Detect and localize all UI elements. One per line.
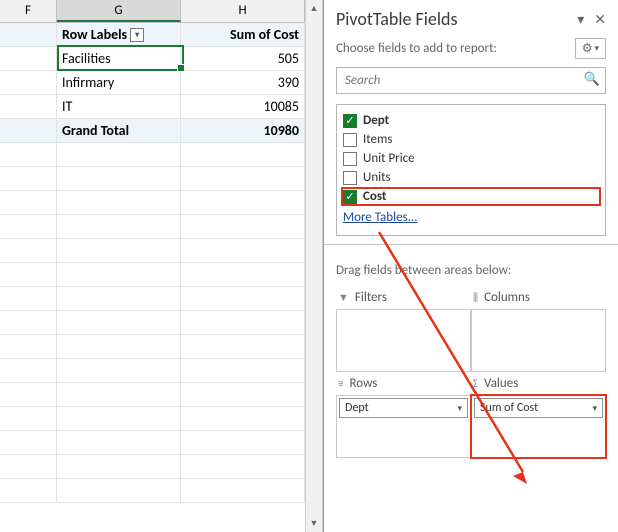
values-area[interactable]: Σ Values Sum of Cost ▾ <box>471 372 606 458</box>
empty-row <box>0 263 305 287</box>
empty-row <box>0 335 305 359</box>
field-label: Units <box>363 170 391 185</box>
rows-dropzone[interactable]: Dept ▾ <box>336 395 471 458</box>
grand-total-label-cell[interactable]: Grand Total <box>57 119 181 143</box>
checkbox-icon[interactable] <box>343 171 357 185</box>
value-cell[interactable]: 10085 <box>181 95 305 119</box>
collapse-pane-icon[interactable]: ▾ <box>577 11 584 28</box>
empty-row <box>0 143 305 167</box>
field-cost[interactable]: ✓ Cost <box>341 187 601 206</box>
table-row: Facilities 505 <box>0 47 305 71</box>
row-labels-header[interactable]: Row Labels ▾ <box>57 23 181 47</box>
filter-icon: ▼ <box>338 291 349 304</box>
checkbox-icon[interactable]: ✓ <box>343 190 357 204</box>
area-label: Rows <box>349 376 377 391</box>
empty-row <box>0 287 305 311</box>
field-label: Items <box>363 132 392 147</box>
checkbox-icon[interactable] <box>343 152 357 166</box>
column-headers-row: F G H <box>0 0 305 23</box>
pivottable-fields-pane: PivotTable Fields ▾ ✕ Choose fields to a… <box>323 0 618 532</box>
columns-dropzone[interactable] <box>471 309 606 372</box>
columns-area[interactable]: ⫼ Columns <box>471 286 606 372</box>
sigma-icon: Σ <box>473 377 478 390</box>
cell[interactable] <box>0 71 57 95</box>
empty-row <box>0 455 305 479</box>
more-tables-link[interactable]: More Tables... <box>341 206 601 229</box>
grand-total-row: Grand Total 10980 <box>0 119 305 143</box>
chevron-down-icon: ▾ <box>457 403 462 414</box>
rows-chip-dept[interactable]: Dept ▾ <box>339 398 468 418</box>
rows-icon: ≡ <box>338 377 343 390</box>
filters-area[interactable]: ▼ Filters <box>336 286 471 372</box>
field-items[interactable]: Items <box>341 130 601 149</box>
empty-row <box>0 359 305 383</box>
empty-row <box>0 479 305 503</box>
area-label: Values <box>484 376 518 391</box>
area-label: Columns <box>484 290 530 305</box>
chevron-down-icon: ▾ <box>592 403 597 414</box>
pane-subtitle: Choose fields to add to report: <box>336 41 497 56</box>
values-chip-sum-of-cost[interactable]: Sum of Cost ▾ <box>474 398 603 418</box>
field-dept[interactable]: ✓ Dept <box>341 111 601 130</box>
columns-icon: ⫼ <box>473 291 478 305</box>
empty-row <box>0 191 305 215</box>
chip-label: Sum of Cost <box>480 401 538 415</box>
cell[interactable] <box>0 119 57 143</box>
table-row: Infirmary 390 <box>0 71 305 95</box>
dept-cell[interactable]: Infirmary <box>57 71 181 95</box>
cell[interactable] <box>0 23 57 47</box>
empty-row <box>0 215 305 239</box>
scroll-down-icon[interactable]: ▼ <box>310 515 319 532</box>
layout-options-button[interactable]: ⚙ ▾ <box>575 38 606 59</box>
rows-area[interactable]: ≡ Rows Dept ▾ <box>336 372 471 458</box>
chip-label: Dept <box>345 401 369 415</box>
value-cell[interactable]: 390 <box>181 71 305 95</box>
cell[interactable] <box>0 95 57 119</box>
field-units[interactable]: Units <box>341 168 601 187</box>
vertical-scrollbar[interactable]: ▲ ▼ <box>305 0 323 532</box>
chevron-down-icon: ▾ <box>594 43 599 54</box>
checkbox-icon[interactable] <box>343 133 357 147</box>
checkbox-icon[interactable]: ✓ <box>343 114 357 128</box>
table-row: IT 10085 <box>0 95 305 119</box>
search-input[interactable] <box>336 67 606 94</box>
empty-row <box>0 311 305 335</box>
values-dropzone[interactable]: Sum of Cost ▾ <box>471 395 606 458</box>
row-labels-filter-dropdown[interactable]: ▾ <box>130 28 144 42</box>
grand-total-value-cell[interactable]: 10980 <box>181 119 305 143</box>
pivot-header-row: Row Labels ▾ Sum of Cost <box>0 23 305 47</box>
empty-row <box>0 167 305 191</box>
col-header-G[interactable]: G <box>57 0 181 22</box>
col-header-H[interactable]: H <box>181 0 305 22</box>
pane-title: PivotTable Fields <box>336 8 458 30</box>
field-label: Dept <box>363 113 389 128</box>
gear-icon: ⚙ <box>582 41 593 56</box>
dept-cell[interactable]: IT <box>57 95 181 119</box>
field-unit-price[interactable]: Unit Price <box>341 149 601 168</box>
cell[interactable] <box>0 47 57 71</box>
close-pane-icon[interactable]: ✕ <box>594 11 606 28</box>
empty-row <box>0 407 305 431</box>
area-label: Filters <box>355 290 387 305</box>
search-icon: 🔍 <box>584 72 600 87</box>
drag-areas-label: Drag fields between areas below: <box>324 244 618 286</box>
scroll-up-icon[interactable]: ▲ <box>310 0 319 17</box>
filters-dropzone[interactable] <box>336 309 471 372</box>
sum-of-cost-header[interactable]: Sum of Cost <box>181 23 305 47</box>
empty-row <box>0 383 305 407</box>
col-header-F[interactable]: F <box>0 0 57 22</box>
empty-row <box>0 431 305 455</box>
dept-cell[interactable]: Facilities <box>57 47 181 71</box>
field-label: Unit Price <box>363 151 415 166</box>
value-cell[interactable]: 505 <box>181 47 305 71</box>
worksheet[interactable]: F G H Row Labels ▾ Sum of Cost Facilitie… <box>0 0 305 532</box>
row-labels-text: Row Labels <box>62 26 127 43</box>
field-list: ✓ Dept Items Unit Price Units ✓ Cost Mor… <box>336 104 606 236</box>
empty-row <box>0 239 305 263</box>
field-label: Cost <box>363 189 386 204</box>
